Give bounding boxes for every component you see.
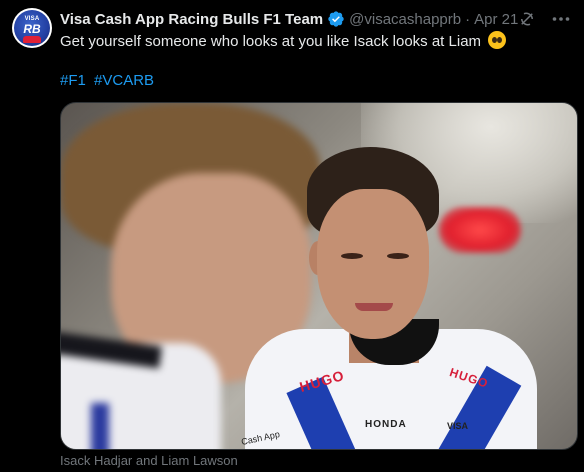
tweet-text-content: Get yourself someone who looks at you li… bbox=[60, 33, 482, 50]
hashtag-f1-link[interactable]: #F1 bbox=[60, 72, 86, 89]
team-logo: VISA RB bbox=[14, 10, 50, 46]
tweet-text: Get yourself someone who looks at you li… bbox=[60, 31, 572, 52]
user-handle[interactable]: @visacashapprb bbox=[349, 11, 461, 28]
avatar-logo-line2: RB bbox=[23, 22, 41, 36]
shirt-logo-honda: HONDA bbox=[365, 419, 407, 430]
grok-icon[interactable] bbox=[518, 9, 536, 29]
media-caption: Isack Hadjar and Liam Lawson bbox=[60, 453, 238, 468]
display-name[interactable]: Visa Cash App Racing Bulls F1 Team bbox=[60, 11, 323, 28]
separator-dot: · bbox=[465, 10, 471, 28]
hashtag-vcarb-link[interactable]: #VCARB bbox=[94, 72, 154, 89]
isack-hadjar-figure: HUGO HUGO HONDA VISA Cash App bbox=[181, 143, 537, 449]
more-options-icon[interactable] bbox=[552, 9, 570, 29]
tweet-media-image[interactable]: HUGO HUGO HONDA VISA Cash App bbox=[60, 102, 578, 450]
pleading-face-emoji-icon bbox=[488, 31, 507, 49]
verified-badge-icon bbox=[327, 10, 345, 28]
tweet-date[interactable]: Apr 21 bbox=[474, 11, 518, 28]
shirt-logo-visa: VISA bbox=[447, 421, 469, 431]
hashtags: #F1 #VCARB bbox=[60, 71, 158, 91]
tweet-header: Visa Cash App Racing Bulls F1 Team @visa… bbox=[60, 9, 572, 29]
avatar[interactable]: VISA RB bbox=[12, 8, 52, 48]
bull-logo-mark bbox=[23, 36, 41, 43]
